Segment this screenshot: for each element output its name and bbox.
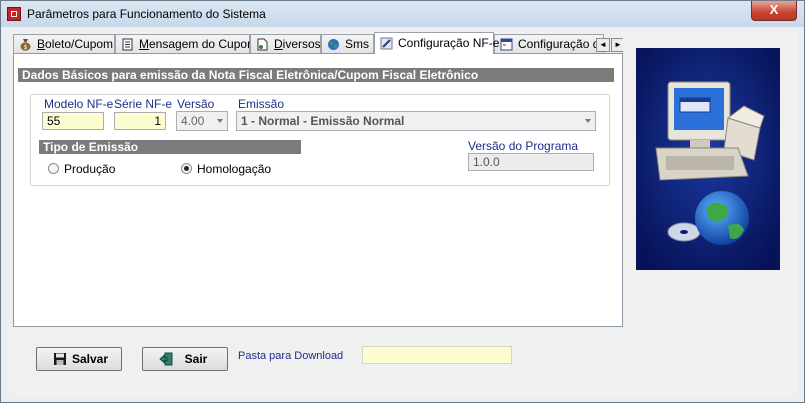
modelo-nfe-input[interactable]: 55 (42, 112, 104, 130)
title-bar: Parâmetros para Funcionamento do Sistema… (1, 1, 804, 27)
radio-producao[interactable]: Produção (48, 162, 115, 176)
pasta-download-input[interactable] (362, 346, 512, 364)
tab-scroll-left-button[interactable]: ◄ (596, 38, 610, 52)
nfe-settings-group: Modelo NF-e 55 Série NF-e 1 Versão 4.00 … (30, 94, 610, 186)
serie-nfe-input[interactable]: 1 (114, 112, 166, 130)
tab-label: Configuração de (518, 37, 607, 51)
page-icon (257, 38, 268, 51)
window-title: Parâmetros para Funcionamento do Sistema (27, 7, 266, 21)
tab-panel-configuracao-nfe: Dados Básicos para emissão da Nota Fisca… (13, 53, 623, 327)
pasta-download-label: Pasta para Download (238, 350, 344, 362)
radio-homologacao-label: Homologação (197, 162, 272, 176)
floppy-disk-icon (54, 353, 66, 365)
globe-icon (328, 39, 339, 50)
client-area: $ Boleto/Cupom Mensagem do Cupom Diverso… (9, 28, 798, 398)
tab-label: Sms (345, 37, 369, 51)
versao-programa-field: 1.0.0 (468, 153, 594, 171)
tipo-emissao-header: Tipo de Emissão (39, 140, 301, 154)
chevron-down-icon (585, 119, 591, 123)
close-button[interactable]: X (751, 1, 797, 21)
radio-circle-homologacao (181, 163, 192, 174)
document-icon (122, 38, 133, 51)
tab-label: iversos (282, 37, 321, 51)
tab-strip: $ Boleto/Cupom Mensagem do Cupom Diverso… (13, 32, 623, 54)
versao-programa-label: Versão do Programa (468, 139, 579, 153)
computer-globe-illustration (636, 48, 780, 270)
tab-underline-letter: B (37, 37, 46, 51)
money-bag-icon: $ (20, 39, 31, 51)
tab-label: oleto/Cupom (45, 37, 114, 51)
tab-diversos[interactable]: Diversos (250, 34, 321, 54)
form-icon (500, 38, 513, 51)
tab-underline-letter: D (274, 37, 283, 51)
tab-sms[interactable]: Sms (321, 34, 374, 54)
modelo-nfe-label: Modelo NF-e (44, 97, 114, 111)
app-icon (7, 7, 21, 21)
pencil-icon (380, 37, 393, 50)
exit-door-icon (159, 352, 173, 366)
versao-select[interactable]: 4.00 (176, 111, 228, 131)
tab-boleto-cupom[interactable]: $ Boleto/Cupom (13, 34, 115, 54)
tab-scroll-right-button[interactable]: ► (611, 38, 623, 52)
tab-underline-letter: M (139, 37, 149, 51)
versao-label: Versão (177, 97, 215, 111)
serie-nfe-label: Série NF-e (114, 97, 173, 111)
tab-label: ensagem do Cupom (149, 37, 258, 51)
emissao-select[interactable]: 1 - Normal - Emissão Normal (236, 111, 596, 131)
sair-button[interactable]: Sair (142, 347, 228, 371)
section-header-dados-basicos: Dados Básicos para emissão da Nota Fisca… (18, 68, 614, 82)
main-window: Parâmetros para Funcionamento do Sistema… (0, 0, 805, 403)
emissao-select-value: 1 - Normal - Emissão Normal (241, 114, 405, 128)
chevron-down-icon (217, 119, 223, 123)
radio-producao-label: Produção (64, 162, 116, 176)
tab-label: Configuração NF-e (398, 36, 500, 50)
radio-homologacao[interactable]: Homologação (181, 162, 271, 176)
svg-text:$: $ (24, 44, 28, 51)
emissao-label: Emissão (238, 97, 285, 111)
versao-select-value: 4.00 (181, 114, 205, 128)
tab-mensagem-cupom[interactable]: Mensagem do Cupom (115, 34, 257, 54)
tab-configuracao-de[interactable]: Configuração de (494, 34, 607, 54)
tab-configuracao-nfe[interactable]: Configuração NF-e (374, 32, 499, 54)
radio-circle-producao (48, 163, 59, 174)
salvar-button[interactable]: Salvar (36, 347, 122, 371)
